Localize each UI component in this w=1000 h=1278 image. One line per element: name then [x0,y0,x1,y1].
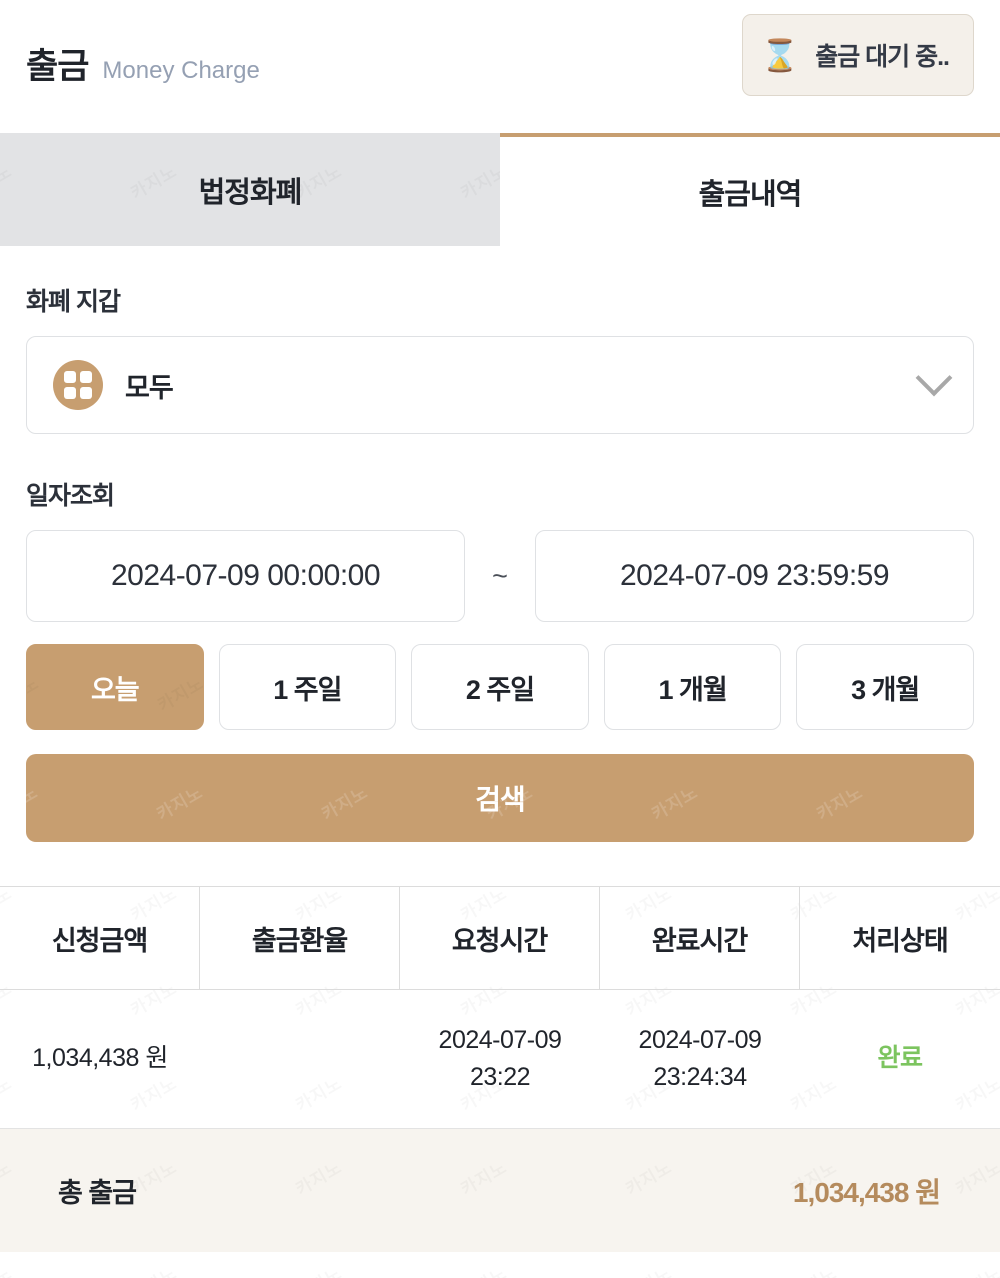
cell-amount: 1,034,438 원 [32,1044,168,1073]
period-button-3months[interactable]: 3 개월 [796,644,974,730]
wallet-select-value: 모두 [125,372,174,403]
cell-request-time: 2024-07-09 23:22 [438,1025,562,1092]
search-form: 화폐 지갑 모두 일자조회 2024-07-09 00:00:00 ~ 2024… [0,246,1000,842]
table-header-request-time: 요청시간 [400,887,600,989]
period-button-3months-label: 3 개월 [851,674,920,705]
withdraw-history-table: 신청금액 출금환율 요청시간 완료시간 처리상태 1,034,438 원 202… [0,886,1000,1129]
period-button-1week-label: 1 주일 [273,674,342,705]
table-header-row: 신청금액 출금환율 요청시간 완료시간 처리상태 [0,886,1000,990]
cell-rate [200,990,400,1128]
date-range-separator: ~ [492,560,508,591]
hourglass-icon: ⌛ [760,37,800,73]
table-header-complete-time: 완료시간 [600,887,800,989]
table-row[interactable]: 1,034,438 원 2024-07-09 23:22 2024-07-09 23… [0,990,1000,1129]
date-from-input[interactable]: 2024-07-09 00:00:00 [26,530,465,622]
page-title: 출금 Money Charge [26,49,260,84]
wallet-select[interactable]: 모두 [26,336,974,434]
period-button-2weeks-label: 2 주일 [465,674,535,705]
search-button[interactable]: 카지노카지노카지노카지노카지노카지노카지노카지노카지노카지노카지노카지노카지노카… [26,754,974,842]
withdraw-pending-label: 출금 대기 중.. [815,43,950,71]
withdraw-page: 카지노카지노카지노카지노카지노카지노카지노카지노카지노카지노카지노카지노카지노카… [0,0,1000,1278]
period-button-1month[interactable]: 1 개월 [603,644,782,730]
table-header-status: 처리상태 [852,925,948,956]
page-header: 출금 Money Charge ⌛ 출금 대기 중.. [0,0,1000,133]
date-field-label: 일자조회 [26,482,115,510]
period-button-today-label: 오늘 [90,674,140,705]
wallet-field-label: 화폐 지갑 [26,288,121,316]
page-title-en: Money Charge [102,57,260,84]
period-button-2weeks[interactable]: 2 주일 [411,644,589,730]
date-to-input[interactable]: 2024-07-09 23:59:59 [535,530,974,622]
table-header-rate: 출금환율 [200,887,400,989]
four-dot-coin-icon [53,360,103,410]
total-bar: 카지노카지노카지노카지노카지노카지노카지노카지노카지노카지노카지노카지노카지노카… [0,1129,1000,1252]
date-range-row: 2024-07-09 00:00:00 ~ 2024-07-09 23:59:5… [26,530,974,622]
cell-status: 완료 [877,1044,923,1073]
tab-fiat-currency-label: 법정화폐 [198,176,303,209]
withdraw-pending-button[interactable]: ⌛ 출금 대기 중.. [741,14,974,96]
tab-withdraw-history-label: 출금내역 [698,178,803,211]
period-button-today[interactable]: 카지노카지노카지노카지노카지노카지노카지노카지노카지노 오늘 [26,644,204,730]
period-button-group: 카지노카지노카지노카지노카지노카지노카지노카지노카지노 오늘 1 주일 2 주일… [26,644,974,730]
cell-complete-time: 2024-07-09 23:24:34 [638,1025,762,1092]
page-title-ko: 출금 [26,47,89,86]
total-value: 1,034,438 원 [792,1176,941,1208]
total-label: 총 출금 [58,1178,137,1208]
tab-withdraw-history[interactable]: 출금내역 [500,133,1000,246]
tab-bar: 카지노카지노카지노카지노카지노카지노카지노카지노카지노카지노카지노카지노카지노카… [0,133,1000,246]
chevron-down-icon [915,359,953,397]
tab-fiat-currency[interactable]: 카지노카지노카지노카지노카지노카지노카지노카지노카지노카지노카지노카지노카지노카… [0,133,500,246]
search-button-label: 검색 [475,784,526,815]
period-button-1month-label: 1 개월 [658,674,727,705]
table-header-amount: 신청금액 [0,887,200,989]
period-button-1week[interactable]: 1 주일 [218,644,397,730]
